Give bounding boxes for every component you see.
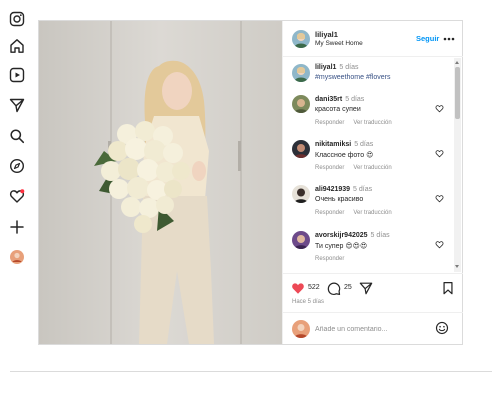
- comments-scrollbar[interactable]: [454, 58, 461, 272]
- comment-header: avorskijr942025 5 días: [315, 232, 390, 239]
- comment-username[interactable]: nikitamiksi: [315, 141, 351, 148]
- comment-item: dani35rt 5 días красота супеи Responder Ve…: [283, 95, 453, 137]
- comment-actions: Responder Ver traducción: [315, 210, 392, 216]
- comment-header: ali9421939 5 días: [315, 186, 372, 193]
- comment-username[interactable]: avorskijr942025: [315, 232, 368, 239]
- add-comment-bar: [283, 312, 463, 344]
- author-avatar[interactable]: [292, 30, 310, 48]
- comment-text: Ти супер 😍😍😍: [315, 243, 368, 250]
- comment-time: 5 días: [353, 186, 373, 193]
- more-horizontal-icon[interactable]: [442, 34, 456, 44]
- instagram-icon[interactable]: [9, 11, 25, 27]
- create-icon[interactable]: [9, 219, 25, 235]
- comment-text: Очень красиво: [315, 196, 364, 203]
- caption-hashtags[interactable]: #mysweethome #flovers: [315, 74, 390, 81]
- notifications-icon[interactable]: [9, 188, 25, 204]
- comment-time: 5 días: [345, 96, 365, 103]
- comment-item: ali9421939 5 días Очень красиво Responder…: [283, 185, 453, 227]
- footer-divider: [10, 371, 492, 372]
- like-heart-icon[interactable]: [291, 281, 305, 295]
- profile-icon[interactable]: [9, 249, 25, 265]
- current-user-avatar: [292, 320, 310, 338]
- post-modal: liliyal1 My Sweet Home Seguir liliyal1 5 …: [38, 20, 463, 345]
- comments-list[interactable]: liliyal1 5 días #mysweethome #flovers dan…: [283, 58, 463, 273]
- comment-actions: Responder: [315, 256, 344, 262]
- comment-like-icon[interactable]: [435, 194, 444, 203]
- home-icon[interactable]: [9, 38, 25, 54]
- comment-text: Классное фото 😍: [315, 152, 374, 159]
- comment-item: avorskijr942025 5 días Ти супер 😍😍😍 Respo…: [283, 231, 453, 273]
- translate-button[interactable]: Ver traducción: [353, 120, 391, 126]
- comments-count[interactable]: 25: [344, 284, 352, 291]
- comment-text: красота супеи: [315, 106, 361, 113]
- comment-time: 5 días: [370, 232, 390, 239]
- search-icon[interactable]: [9, 128, 25, 144]
- explore-icon[interactable]: [9, 158, 25, 174]
- reply-button[interactable]: Responder: [315, 120, 344, 126]
- post-location[interactable]: My Sweet Home: [315, 40, 363, 47]
- translate-button[interactable]: Ver traducción: [353, 165, 391, 171]
- commenter-avatar[interactable]: [292, 140, 310, 158]
- commenter-avatar[interactable]: [292, 231, 310, 249]
- follow-button[interactable]: Seguir: [416, 34, 439, 43]
- emoji-icon[interactable]: [435, 321, 449, 335]
- caption-avatar[interactable]: [292, 64, 310, 82]
- direct-icon[interactable]: [9, 97, 25, 113]
- scroll-down-arrow-icon[interactable]: [455, 265, 459, 268]
- bookmark-icon[interactable]: [441, 281, 455, 295]
- reply-button[interactable]: Responder: [315, 165, 344, 171]
- caption-time: 5 días: [339, 64, 359, 71]
- scrollbar-thumb[interactable]: [455, 67, 460, 119]
- caption-header: liliyal1 5 días: [315, 64, 358, 71]
- commenter-avatar[interactable]: [292, 185, 310, 203]
- comment-header: dani35rt 5 días: [315, 96, 364, 103]
- likes-count[interactable]: 522: [308, 284, 320, 291]
- comment-actions: Responder Ver traducción: [315, 120, 392, 126]
- comment-header: nikitamiksi 5 días: [315, 141, 373, 148]
- scroll-up-arrow-icon[interactable]: [455, 61, 459, 64]
- share-icon[interactable]: [359, 281, 373, 295]
- comment-username[interactable]: ali9421939: [315, 186, 350, 193]
- comment-item: nikitamiksi 5 días Классное фото 😍 Respon…: [283, 140, 453, 182]
- post-actions: 522 25 Hace 5 días: [283, 273, 463, 307]
- post-photo[interactable]: [39, 21, 282, 344]
- sidebar-nav: [0, 0, 34, 280]
- comment-username[interactable]: dani35rt: [315, 96, 342, 103]
- commenter-avatar[interactable]: [292, 95, 310, 113]
- comment-like-icon[interactable]: [435, 104, 444, 113]
- comment-icon[interactable]: [327, 281, 341, 295]
- comment-like-icon[interactable]: [435, 240, 444, 249]
- comment-actions: Responder Ver traducción: [315, 165, 392, 171]
- reply-button[interactable]: Responder: [315, 210, 344, 216]
- reply-button[interactable]: Responder: [315, 256, 344, 262]
- post-timestamp: Hace 5 días: [292, 299, 325, 305]
- author-username[interactable]: liliyal1: [315, 30, 338, 39]
- post-header: liliyal1 My Sweet Home Seguir: [283, 21, 463, 57]
- caption-username[interactable]: liliyal1: [315, 64, 336, 71]
- reels-icon[interactable]: [9, 67, 25, 83]
- comment-time: 5 días: [354, 141, 374, 148]
- comment-like-icon[interactable]: [435, 149, 444, 158]
- comment-input[interactable]: [315, 321, 425, 337]
- post-side-panel: liliyal1 My Sweet Home Seguir liliyal1 5 …: [282, 21, 463, 344]
- translate-button[interactable]: Ver traducción: [353, 210, 391, 216]
